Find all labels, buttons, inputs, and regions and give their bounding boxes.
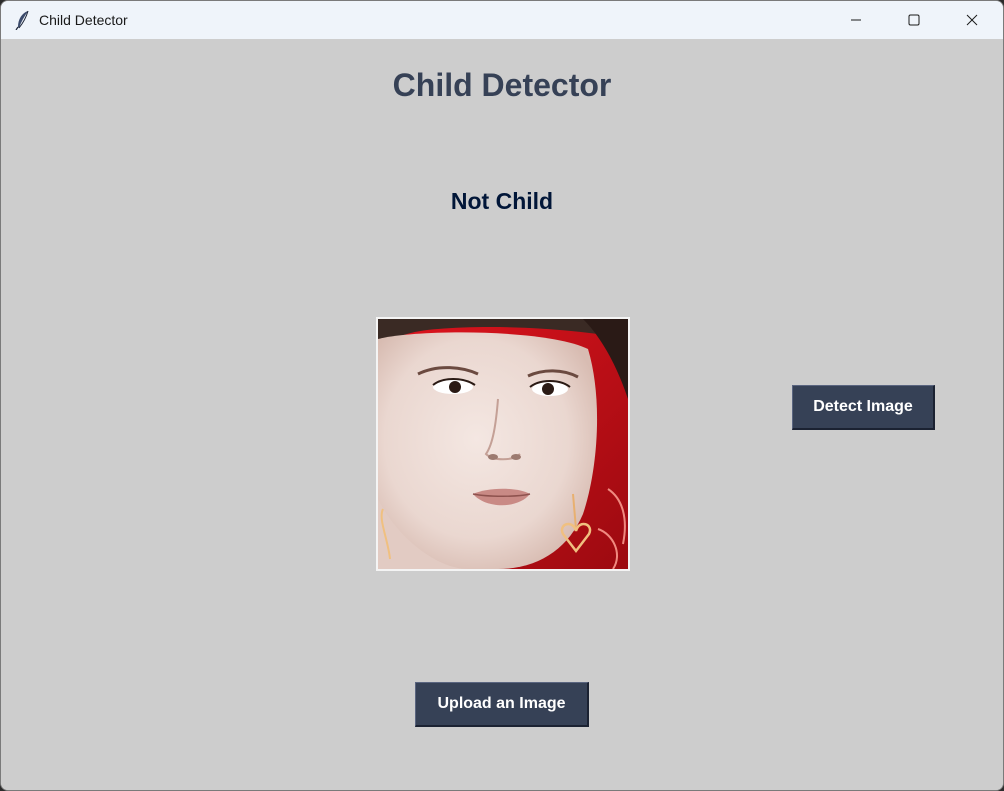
feather-icon — [15, 10, 31, 31]
face-photo — [378, 319, 628, 569]
title-bar[interactable]: Child Detector — [1, 1, 1003, 39]
maximize-icon — [908, 14, 920, 26]
window-title: Child Detector — [39, 12, 128, 28]
close-icon — [966, 14, 978, 26]
page-title: Child Detector — [392, 67, 612, 103]
minimize-icon — [851, 19, 861, 21]
image-preview — [376, 317, 630, 571]
detect-image-button[interactable]: Detect Image — [792, 385, 935, 430]
close-button[interactable] — [943, 1, 1001, 39]
maximize-button[interactable] — [885, 1, 943, 39]
result-label: Not Child — [450, 188, 554, 214]
upload-image-button[interactable]: Upload an Image — [415, 682, 589, 727]
app-window: Child Detector Child Detector Not Child — [0, 0, 1004, 791]
minimize-button[interactable] — [827, 1, 885, 39]
main-content: Child Detector Not Child Detect Image Up… — [1, 39, 1003, 790]
